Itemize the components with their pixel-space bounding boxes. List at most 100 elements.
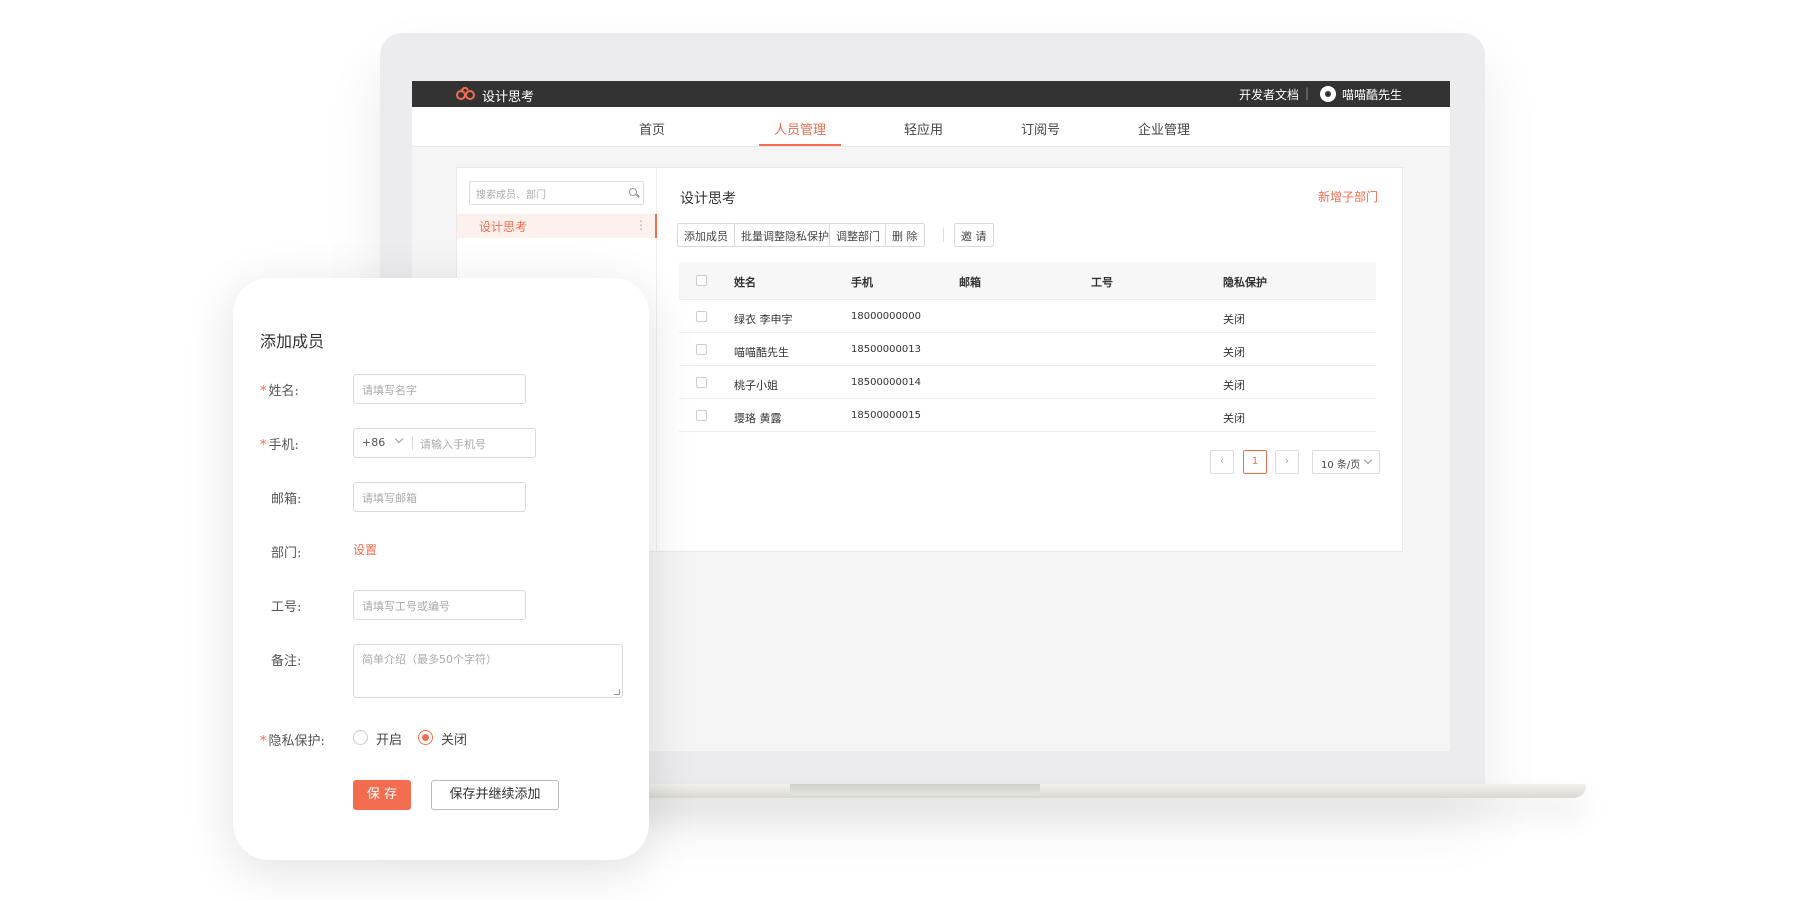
topbar-separator: | — [1305, 86, 1310, 100]
laptop-base — [636, 784, 1586, 798]
empid-input[interactable]: 请填写工号或编号 — [353, 590, 526, 620]
add-member-button[interactable]: 添加成员 — [677, 223, 735, 247]
row-name: 喵喵酷先生 — [734, 346, 789, 359]
col-name: 姓名 — [734, 276, 756, 289]
empid-label: 工号: — [271, 600, 302, 615]
batch-privacy-button[interactable]: 批量调整隐私保护 — [734, 223, 836, 247]
save-button[interactable]: 保 存 — [353, 780, 411, 810]
form-title: 添加成员 — [260, 332, 325, 351]
table-row[interactable]: 喵喵酷先生 18500000013 关闭 — [679, 333, 1376, 366]
col-email: 邮箱 — [959, 276, 981, 289]
search-icon[interactable] — [629, 188, 637, 196]
phone-placeholder: 请输入手机号 — [420, 438, 486, 451]
country-code-select[interactable]: +86 — [362, 436, 385, 449]
logo-icon — [456, 87, 475, 100]
row-phone: 18500000013 — [851, 344, 921, 355]
privacy-off-label[interactable]: 关闭 — [441, 729, 467, 748]
delete-button[interactable]: 删 除 — [885, 223, 925, 247]
chevron-down-icon — [394, 434, 404, 444]
privacy-off-radio[interactable] — [418, 730, 433, 745]
phone-divider — [412, 436, 413, 450]
privacy-on-radio[interactable] — [353, 730, 368, 745]
privacy-label-text: 隐私保护: — [268, 734, 325, 749]
next-page-button[interactable]: › — [1275, 450, 1299, 474]
adjust-dept-button[interactable]: 调整部门 — [829, 223, 887, 247]
email-input[interactable]: 请填写邮箱 — [353, 482, 526, 512]
nav-item-subscriptions[interactable]: 订阅号 — [1021, 119, 1060, 138]
prev-page-button[interactable]: ‹ — [1210, 450, 1234, 474]
col-empid: 工号 — [1091, 276, 1113, 289]
row-checkbox[interactable] — [696, 377, 707, 388]
tree-item-label: 设计思考 — [479, 220, 528, 234]
phone-field[interactable]: +86 请输入手机号 — [353, 428, 536, 458]
name-label: * 姓名: — [260, 380, 299, 399]
row-phone: 18500000014 — [851, 377, 921, 388]
nav-active-indicator — [759, 144, 841, 146]
row-name: 璎珞 黄露 — [734, 412, 782, 425]
col-phone: 手机 — [851, 276, 873, 289]
page-1-button[interactable]: 1 — [1243, 450, 1267, 474]
dept-label: 部门: — [271, 546, 302, 561]
phone-label: * 手机: — [260, 434, 299, 453]
main-nav: 首页 人员管理 轻应用 订阅号 企业管理 — [412, 107, 1450, 147]
email-label: 邮箱: — [271, 492, 302, 507]
row-privacy: 关闭 — [1223, 412, 1245, 425]
row-checkbox[interactable] — [696, 410, 707, 421]
row-checkbox[interactable] — [696, 344, 707, 355]
add-sub-dept-link[interactable]: 新增子部门 — [1318, 188, 1378, 205]
required-mark: * — [260, 438, 267, 453]
row-privacy: 关闭 — [1223, 313, 1245, 326]
empid-placeholder: 请填写工号或编号 — [362, 600, 450, 613]
table-row[interactable]: 璎珞 黄露 18500000015 关闭 — [679, 399, 1376, 432]
row-checkbox[interactable] — [696, 311, 707, 322]
nav-item-people[interactable]: 人员管理 — [774, 119, 826, 138]
laptop-notch — [790, 784, 1040, 795]
row-name: 桃子小姐 — [734, 379, 778, 392]
row-privacy: 关闭 — [1223, 379, 1245, 392]
required-mark: * — [260, 734, 267, 749]
toolbar-divider — [943, 228, 944, 242]
dept-title: 设计思考 — [680, 191, 736, 207]
name-placeholder: 请填写名字 — [362, 384, 417, 397]
required-mark: * — [260, 384, 267, 399]
row-phone: 18000000000 — [851, 311, 921, 322]
dev-docs-link[interactable]: 开发者文档 — [1239, 86, 1299, 103]
note-textarea[interactable]: 简单介绍（最多50个字符） — [353, 644, 623, 698]
note-label: 备注: — [271, 654, 302, 669]
save-continue-button[interactable]: 保存并继续添加 — [431, 780, 559, 810]
email-placeholder: 请填写邮箱 — [362, 492, 417, 505]
privacy-on-label[interactable]: 开启 — [376, 729, 402, 748]
row-name: 绿衣 李申宇 — [734, 313, 793, 326]
search-placeholder: 搜索成员、部门 — [476, 190, 546, 201]
nav-item-enterprise[interactable]: 企业管理 — [1138, 119, 1190, 138]
phone-label-text: 手机: — [268, 438, 299, 453]
page-size-select[interactable]: 10 条/页 — [1312, 450, 1380, 474]
select-all-checkbox[interactable] — [696, 275, 707, 286]
search-input[interactable]: 搜索成员、部门 — [469, 181, 644, 205]
top-bar: 设计思考 开发者文档 | 喵喵酷先生 — [412, 81, 1450, 107]
chevron-down-icon — [1363, 455, 1373, 465]
name-input[interactable]: 请填写名字 — [353, 374, 526, 404]
note-placeholder: 简单介绍（最多50个字符） — [362, 653, 497, 666]
members-table: 姓名 手机 邮箱 工号 隐私保护 绿衣 李申宇 18000000000 关闭 喵… — [679, 262, 1376, 432]
resize-handle-icon[interactable] — [614, 689, 620, 695]
page-size-value: 10 条/页 — [1321, 460, 1361, 471]
add-member-form: 添加成员 * 姓名: 请填写名字 * 手机: +86 请输入手机号 邮箱: 请填写邮… — [233, 278, 649, 860]
name-label-text: 姓名: — [268, 384, 299, 399]
brand-name: 设计思考 — [482, 90, 535, 105]
nav-item-home[interactable]: 首页 — [639, 119, 665, 138]
row-phone: 18500000015 — [851, 410, 921, 421]
more-icon[interactable]: ⋮ — [635, 218, 647, 232]
nav-item-light-apps[interactable]: 轻应用 — [904, 119, 943, 138]
tree-item-design-thinking[interactable]: 设计思考 ⋮ — [457, 214, 657, 238]
username[interactable]: 喵喵酷先生 — [1342, 86, 1402, 103]
table-row[interactable]: 绿衣 李申宇 18000000000 关闭 — [679, 300, 1376, 333]
row-privacy: 关闭 — [1223, 346, 1245, 359]
privacy-label: * 隐私保护: — [260, 730, 325, 749]
table-row[interactable]: 桃子小姐 18500000014 关闭 — [679, 366, 1376, 399]
invite-button[interactable]: 邀 请 — [954, 223, 994, 247]
col-privacy: 隐私保护 — [1223, 276, 1267, 289]
dept-set-link[interactable]: 设置 — [353, 541, 377, 558]
table-header: 姓名 手机 邮箱 工号 隐私保护 — [679, 262, 1376, 300]
avatar[interactable] — [1320, 86, 1336, 102]
